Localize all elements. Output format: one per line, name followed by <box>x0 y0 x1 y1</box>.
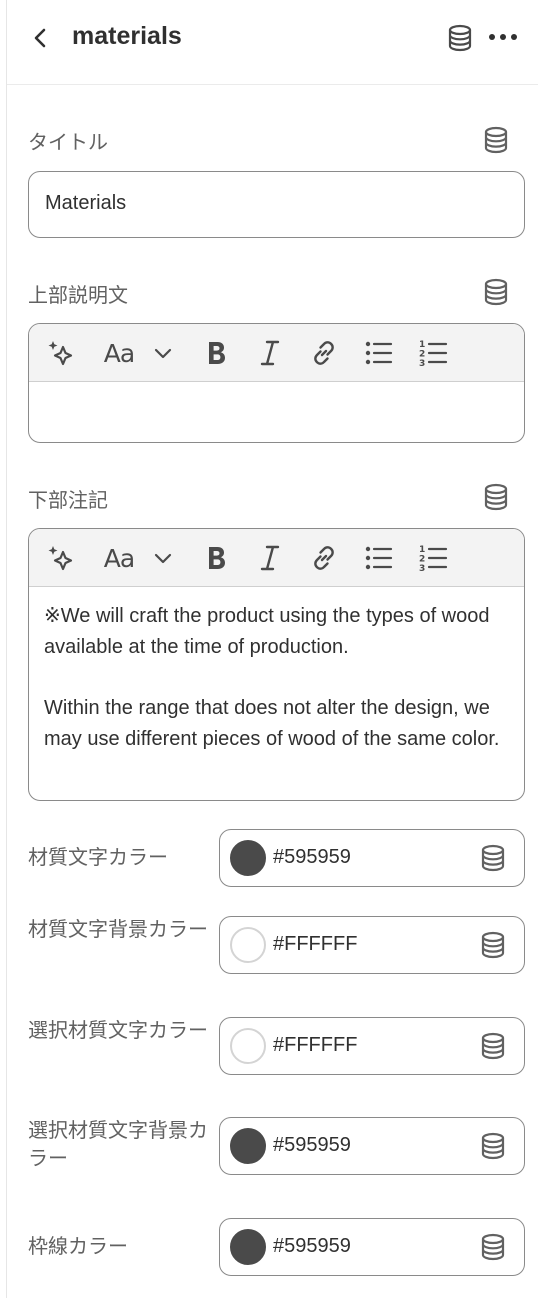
font-icon: Aa <box>103 543 135 573</box>
border-color-label: 枠線カラー <box>28 1236 128 1258</box>
color-database-button[interactable] <box>480 1233 506 1261</box>
color-swatch[interactable] <box>230 927 266 963</box>
title-input-value: Materials <box>45 192 127 214</box>
bold-icon <box>209 547 225 569</box>
color-hex-value[interactable]: #595959 <box>273 846 351 869</box>
font-button[interactable]: Aa <box>101 543 137 573</box>
top-description-editor[interactable]: Aa 123 <box>28 323 525 443</box>
page-title: materials <box>72 22 182 50</box>
ellipsis-icon <box>489 34 517 40</box>
link-icon <box>314 341 334 365</box>
bottom-note-content[interactable]: ※We will craft the product using the typ… <box>29 587 524 769</box>
svg-text:2: 2 <box>419 555 425 565</box>
font-button[interactable]: Aa <box>101 338 137 368</box>
bullet-list-icon <box>365 546 393 570</box>
database-icon <box>481 1032 505 1060</box>
italic-icon <box>260 340 280 366</box>
magic-button[interactable] <box>44 543 76 573</box>
magic-icon <box>48 341 73 366</box>
material-text-color-field[interactable]: #595959 <box>219 829 525 887</box>
font-dropdown-button[interactable] <box>151 338 175 368</box>
rich-text-toolbar: Aa 123 <box>29 324 524 382</box>
bold-button[interactable] <box>201 543 231 573</box>
material-text-color-label: 材質文字カラー <box>28 847 168 869</box>
title-input[interactable]: Materials <box>28 171 525 238</box>
numbered-list-icon: 123 <box>419 545 448 573</box>
bottom-note-database-button[interactable] <box>483 483 509 511</box>
color-hex-value[interactable]: #595959 <box>273 1235 351 1258</box>
svg-text:3: 3 <box>419 564 425 573</box>
chevron-down-icon <box>154 348 172 359</box>
color-database-button[interactable] <box>480 1132 506 1160</box>
italic-icon <box>260 545 280 571</box>
database-icon <box>481 931 505 959</box>
font-icon: Aa <box>103 338 135 368</box>
bottom-note-paragraph: ※We will craft the product using the typ… <box>44 605 490 658</box>
bottom-note-paragraph: Within the range that does not alter the… <box>44 697 500 750</box>
svg-text:1: 1 <box>419 545 425 555</box>
color-swatch[interactable] <box>230 840 266 876</box>
back-button[interactable] <box>29 24 53 52</box>
bold-button[interactable] <box>201 338 231 368</box>
database-icon <box>484 278 508 306</box>
color-hex-value[interactable]: #FFFFFF <box>273 933 357 956</box>
chevron-down-icon <box>154 553 172 564</box>
top-description-content[interactable] <box>29 382 524 410</box>
svg-text:2: 2 <box>419 350 425 360</box>
header-database-button[interactable] <box>447 24 473 52</box>
top-description-label: 上部説明文 <box>28 285 128 307</box>
color-database-button[interactable] <box>480 844 506 872</box>
database-icon <box>481 844 505 872</box>
color-database-button[interactable] <box>480 1032 506 1060</box>
chevron-left-icon <box>34 28 46 48</box>
color-database-button[interactable] <box>480 931 506 959</box>
magic-button[interactable] <box>44 338 76 368</box>
title-label: タイトル <box>28 132 108 154</box>
color-swatch[interactable] <box>230 1229 266 1265</box>
link-icon <box>314 546 334 570</box>
database-icon <box>484 126 508 154</box>
database-icon <box>484 483 508 511</box>
selected-material-text-color-label: 選択材質文字カラー <box>28 1020 208 1042</box>
italic-button[interactable] <box>255 338 285 368</box>
border-color-field[interactable]: #595959 <box>219 1218 525 1276</box>
color-swatch[interactable] <box>230 1128 266 1164</box>
numbered-list-icon: 123 <box>419 340 448 368</box>
italic-button[interactable] <box>255 543 285 573</box>
numbered-list-button[interactable]: 123 <box>417 338 449 368</box>
color-swatch[interactable] <box>230 1028 266 1064</box>
font-dropdown-button[interactable] <box>151 543 175 573</box>
color-hex-value[interactable]: #FFFFFF <box>273 1034 357 1057</box>
title-database-button[interactable] <box>483 126 509 154</box>
more-actions-button[interactable] <box>487 26 519 48</box>
bottom-note-editor[interactable]: Aa 123 ※We will craft the product using … <box>28 528 525 801</box>
material-text-bg-color-label: 材質文字背景カラー <box>28 919 208 941</box>
selected-material-text-bg-color-field[interactable]: #595959 <box>219 1117 525 1175</box>
bold-icon <box>209 342 225 364</box>
link-button[interactable] <box>309 338 339 368</box>
bullet-list-button[interactable] <box>363 543 395 573</box>
link-button[interactable] <box>309 543 339 573</box>
database-icon <box>448 24 472 52</box>
header: materials <box>7 0 538 85</box>
selected-material-text-bg-color-label: 選択材質文字背景カラー <box>28 1120 208 1170</box>
svg-text:1: 1 <box>419 340 425 350</box>
top-description-database-button[interactable] <box>483 278 509 306</box>
bullet-list-icon <box>365 341 393 365</box>
color-hex-value[interactable]: #595959 <box>273 1134 351 1157</box>
material-text-bg-color-field[interactable]: #FFFFFF <box>219 916 525 974</box>
database-icon <box>481 1233 505 1261</box>
bullet-list-button[interactable] <box>363 338 395 368</box>
panel-divider <box>6 0 7 1298</box>
magic-icon <box>48 546 73 571</box>
svg-text:3: 3 <box>419 359 425 368</box>
numbered-list-button[interactable]: 123 <box>417 543 449 573</box>
bottom-note-label: 下部注記 <box>28 490 108 512</box>
selected-material-text-color-field[interactable]: #FFFFFF <box>219 1017 525 1075</box>
database-icon <box>481 1132 505 1160</box>
rich-text-toolbar: Aa 123 <box>29 529 524 587</box>
